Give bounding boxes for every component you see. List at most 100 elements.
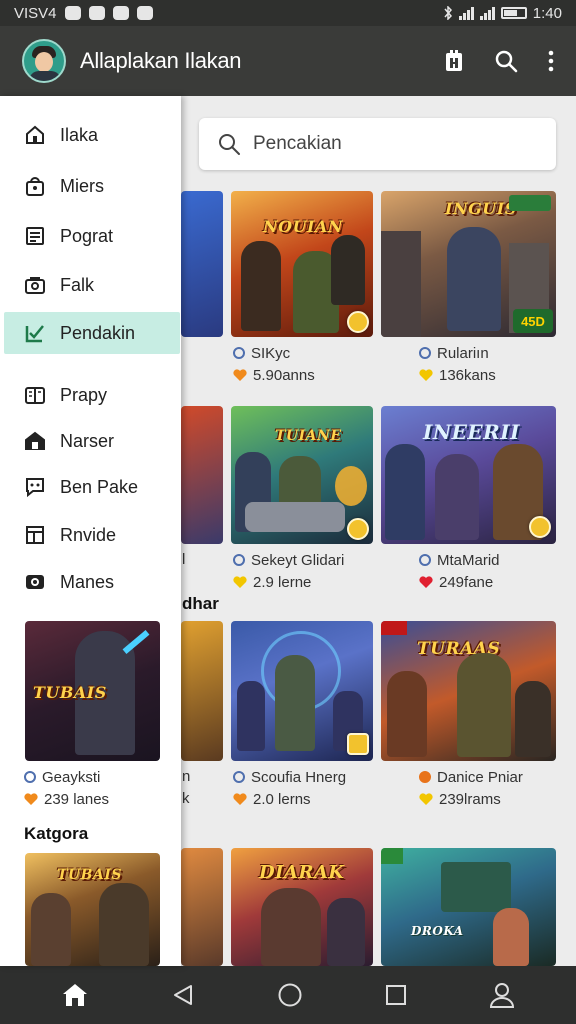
notification-icon bbox=[88, 6, 105, 20]
game-card[interactable]: INGUIS 45D bbox=[381, 191, 556, 337]
game-art-title: NOUIAN bbox=[263, 217, 344, 236]
coin-badge-icon bbox=[347, 518, 369, 540]
nav-label: Rnvide bbox=[60, 524, 117, 545]
game-art-title: TUBAIS bbox=[57, 867, 122, 883]
bottom-navigation bbox=[0, 966, 576, 1024]
game-art-title: INEERII bbox=[423, 420, 520, 444]
game-likes: 249fane bbox=[439, 573, 494, 591]
shield-badge-icon bbox=[347, 733, 369, 755]
game-title: Danice Pniar bbox=[437, 768, 523, 786]
game-title: Sekeyt Glidari bbox=[251, 551, 345, 569]
rating-icon bbox=[233, 554, 245, 566]
search-icon[interactable] bbox=[494, 49, 518, 73]
game-likes: 2.9 lerne bbox=[253, 573, 312, 591]
nav-item-prapy[interactable]: Prapy bbox=[4, 374, 180, 416]
rating-badge bbox=[509, 195, 551, 211]
book-icon bbox=[25, 387, 45, 404]
grid-icon[interactable] bbox=[444, 49, 464, 73]
game-likes: 136kans bbox=[439, 366, 496, 384]
drawer-game-card[interactable]: TUBAIS bbox=[25, 621, 160, 761]
status-time: 1:40 bbox=[532, 4, 562, 22]
navigation-drawer: Ilaka Miers Pograt Falk Pendakin Prapy N… bbox=[0, 96, 181, 966]
partial-text: n bbox=[182, 768, 191, 785]
nav-label: Pendakin bbox=[60, 322, 136, 343]
game-card-partial[interactable] bbox=[181, 406, 223, 544]
rating-icon bbox=[419, 347, 431, 359]
heart-icon bbox=[233, 792, 247, 805]
notification-icon bbox=[136, 6, 153, 20]
game-caption: Sekeyt Glidari 2.9 lerne bbox=[233, 549, 344, 593]
game-likes: 5.90anns bbox=[253, 366, 315, 384]
status-bar: VISV4 1:40 bbox=[0, 0, 576, 26]
game-likes: 239 lanes bbox=[44, 790, 110, 808]
nav-item-ilaka[interactable]: Ilaka bbox=[4, 114, 180, 156]
game-card[interactable] bbox=[231, 621, 373, 761]
avatar[interactable] bbox=[22, 39, 66, 83]
game-card-partial[interactable] bbox=[181, 191, 223, 337]
recents-icon[interactable] bbox=[385, 984, 407, 1006]
heart-icon bbox=[419, 792, 433, 805]
game-art-title: TUIANE bbox=[275, 428, 342, 444]
heart-icon bbox=[419, 575, 433, 588]
game-art-title: DROKA bbox=[411, 924, 464, 938]
search-placeholder: Pencakian bbox=[253, 133, 342, 154]
status-text: VISV4 bbox=[14, 4, 57, 22]
nav-label: Prapy bbox=[60, 384, 108, 405]
more-vert-icon[interactable] bbox=[548, 50, 554, 72]
nav-label: Miers bbox=[60, 175, 104, 196]
game-title: Rulariın bbox=[437, 344, 489, 362]
game-card[interactable]: DIARAK bbox=[231, 848, 373, 966]
game-art-title: TUBAIS bbox=[33, 683, 107, 702]
nav-item-rnvide[interactable]: Rnvide bbox=[4, 514, 180, 556]
chat-icon bbox=[26, 478, 44, 498]
notification-icon bbox=[64, 6, 81, 20]
game-card[interactable]: INEERII bbox=[381, 406, 556, 544]
partial-text: k bbox=[182, 790, 190, 807]
game-card[interactable]: TURAAS bbox=[381, 621, 556, 761]
nav-item-miers[interactable]: Miers bbox=[4, 165, 180, 207]
app-bar: Allaplakan Ilakan bbox=[0, 26, 576, 96]
nav-label: Falk bbox=[60, 274, 95, 295]
nav-item-ben-pake[interactable]: Ben Pake bbox=[4, 466, 180, 508]
game-caption: SIKyc 5.90anns bbox=[233, 342, 315, 386]
nav-item-pendakin[interactable]: Pendakin bbox=[4, 312, 180, 354]
nav-label: Pograt bbox=[60, 225, 114, 246]
heart-icon bbox=[419, 368, 433, 381]
game-card-partial[interactable] bbox=[181, 848, 223, 966]
eye-icon bbox=[26, 575, 44, 589]
drawer-game-card[interactable]: TUBAIS bbox=[25, 853, 160, 966]
nav-item-falk[interactable]: Falk bbox=[4, 264, 180, 306]
game-title: Scoufia Hnerg bbox=[251, 768, 347, 786]
home-circle-icon[interactable] bbox=[277, 982, 303, 1008]
game-card-partial[interactable] bbox=[181, 621, 223, 761]
profile-icon[interactable] bbox=[489, 981, 515, 1009]
notification-icon bbox=[112, 6, 129, 20]
coin-badge-icon bbox=[529, 516, 551, 538]
game-title: SIKyc bbox=[251, 344, 291, 362]
game-card[interactable]: NOUIAN bbox=[231, 191, 373, 337]
screen: VISV4 1:40 Allaplakan Ilakan Pencakian N… bbox=[0, 0, 576, 1024]
rating-icon bbox=[24, 771, 36, 783]
game-title: MtaMarid bbox=[437, 551, 500, 569]
game-caption: Danice Pniar 239lrams bbox=[419, 766, 523, 810]
game-card[interactable]: DROKA bbox=[381, 848, 556, 966]
document-icon bbox=[26, 227, 44, 245]
bag-icon bbox=[26, 177, 44, 196]
back-icon[interactable] bbox=[171, 983, 195, 1007]
game-likes: 2.0 lerns bbox=[253, 790, 311, 808]
section-label: dhar bbox=[182, 594, 219, 613]
search-input[interactable]: Pencakian bbox=[199, 118, 556, 170]
nav-item-pograt[interactable]: Pograt bbox=[4, 215, 180, 257]
game-caption: MtaMarid 249fane bbox=[419, 549, 500, 593]
game-card[interactable]: TUIANE bbox=[231, 406, 373, 544]
coin-badge-icon bbox=[347, 311, 369, 333]
heart-icon bbox=[24, 792, 38, 805]
battery-icon bbox=[500, 7, 527, 19]
nav-item-manes[interactable]: Manes bbox=[4, 561, 180, 603]
game-caption: Rulariın 136kans bbox=[419, 342, 496, 386]
nav-label: Manes bbox=[60, 571, 115, 592]
home-icon[interactable] bbox=[61, 982, 89, 1008]
nav-label: Ben Pake bbox=[60, 476, 139, 497]
section-title: Katgora bbox=[24, 824, 89, 843]
nav-item-narser[interactable]: Narser bbox=[4, 420, 180, 462]
